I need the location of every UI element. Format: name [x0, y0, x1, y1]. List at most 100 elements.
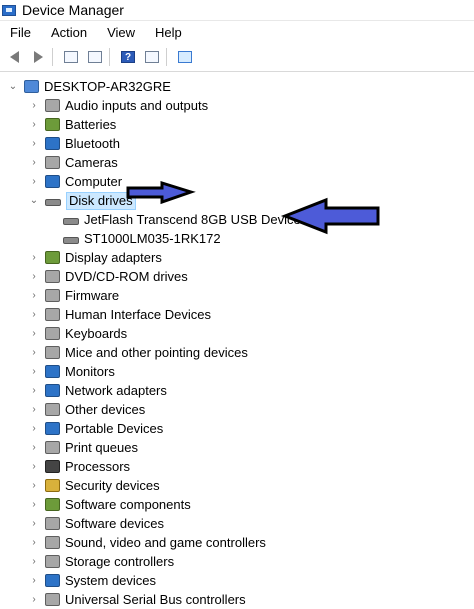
chevron-right-icon[interactable]: ›: [29, 157, 39, 168]
back-icon[interactable]: [4, 47, 24, 67]
tree-item-label: Sound, video and game controllers: [65, 535, 266, 550]
chevron-right-icon[interactable]: ›: [29, 442, 39, 453]
title-bar: Device Manager: [0, 0, 474, 21]
tree-item-cameras[interactable]: › Cameras: [29, 153, 118, 172]
chevron-right-icon[interactable]: ›: [29, 366, 39, 377]
menu-file[interactable]: File: [0, 25, 41, 40]
processor-icon: [45, 460, 60, 473]
tree-item-mice[interactable]: › Mice and other pointing devices: [29, 343, 248, 362]
tree-item-firmware[interactable]: › Firmware: [29, 286, 119, 305]
chevron-right-icon[interactable]: ›: [29, 347, 39, 358]
chevron-right-icon[interactable]: ›: [29, 480, 39, 491]
tree-item-label: Firmware: [65, 288, 120, 303]
tree-item-label: System devices: [65, 573, 157, 588]
chevron-right-icon[interactable]: ›: [29, 556, 39, 567]
forward-icon[interactable]: [28, 47, 48, 67]
software-components-icon: [45, 498, 60, 511]
chevron-right-icon[interactable]: ›: [29, 461, 39, 472]
properties-icon[interactable]: [61, 47, 81, 67]
tree-item-label: Keyboards: [65, 326, 128, 341]
tree-item-audio[interactable]: › Audio inputs and outputs: [29, 96, 208, 115]
tree-item-processors[interactable]: › Processors: [29, 457, 130, 476]
disk-icon: [45, 199, 61, 206]
usb-drive-icon: [63, 218, 79, 225]
chevron-right-icon[interactable]: ›: [29, 404, 39, 415]
tree-item-label: Bluetooth: [65, 136, 120, 151]
tree-root-row[interactable]: ⌄ DESKTOP-AR32GRE: [8, 77, 171, 96]
update-driver-icon[interactable]: [85, 47, 105, 67]
menu-bar: File Action View Help: [0, 21, 474, 43]
chevron-right-icon[interactable]: ›: [29, 499, 39, 510]
network-icon: [45, 384, 60, 397]
chevron-right-icon[interactable]: ›: [29, 290, 39, 301]
sound-icon: [45, 536, 60, 549]
chevron-right-icon[interactable]: ›: [29, 537, 39, 548]
tree-item-label: Monitors: [65, 364, 115, 379]
tree-item-keyboards[interactable]: › Keyboards: [29, 324, 127, 343]
chevron-right-icon[interactable]: ›: [29, 176, 39, 187]
chevron-right-icon[interactable]: ›: [29, 252, 39, 263]
security-icon: [45, 479, 60, 492]
chevron-right-icon[interactable]: ›: [29, 271, 39, 282]
chevron-right-icon[interactable]: ›: [29, 328, 39, 339]
dvd-icon: [45, 270, 60, 283]
tree-item-label: Audio inputs and outputs: [65, 98, 209, 113]
tree-item-security-devices[interactable]: › Security devices: [29, 476, 159, 495]
tree-item-computer[interactable]: › Computer: [29, 172, 122, 191]
chevron-down-icon[interactable]: ⌄: [29, 195, 39, 206]
battery-icon: [45, 118, 60, 131]
mouse-icon: [45, 346, 60, 359]
tree-child-jetflash[interactable]: JetFlash Transcend 8GB USB Device: [63, 210, 301, 229]
tree-item-storage-controllers[interactable]: › Storage controllers: [29, 552, 174, 571]
chevron-right-icon[interactable]: ›: [29, 309, 39, 320]
show-hidden-icon[interactable]: [142, 47, 162, 67]
toolbar-separator: [52, 48, 53, 66]
tree-item-other-devices[interactable]: › Other devices: [29, 400, 145, 419]
toolbar: ?: [0, 43, 474, 72]
chevron-right-icon[interactable]: ›: [29, 385, 39, 396]
tree-item-label: Cameras: [65, 155, 118, 170]
help-icon[interactable]: ?: [118, 47, 138, 67]
tree-item-label: Print queues: [65, 440, 138, 455]
tree-item-label: Human Interface Devices: [65, 307, 211, 322]
tree-item-hid[interactable]: › Human Interface Devices: [29, 305, 211, 324]
tree-item-label: ST1000LM035-1RK172: [84, 231, 221, 246]
tree-item-usb-controllers[interactable]: › Universal Serial Bus controllers: [29, 590, 246, 609]
chevron-right-icon[interactable]: ›: [29, 594, 39, 605]
system-devices-icon: [45, 574, 60, 587]
chevron-right-icon[interactable]: ›: [29, 100, 39, 111]
firmware-icon: [45, 289, 60, 302]
tree-item-system-devices[interactable]: › System devices: [29, 571, 156, 590]
chevron-right-icon[interactable]: ›: [29, 575, 39, 586]
tree-item-software-devices[interactable]: › Software devices: [29, 514, 164, 533]
chevron-right-icon[interactable]: ›: [29, 423, 39, 434]
tree-item-print-queues[interactable]: › Print queues: [29, 438, 138, 457]
monitor-icon: [45, 365, 60, 378]
scan-hardware-icon[interactable]: [175, 47, 195, 67]
chevron-right-icon[interactable]: ›: [29, 119, 39, 130]
chevron-right-icon[interactable]: ›: [29, 518, 39, 529]
tree-item-portable-devices[interactable]: › Portable Devices: [29, 419, 163, 438]
tree-item-label: Storage controllers: [65, 554, 175, 569]
tree-item-label: Universal Serial Bus controllers: [65, 592, 246, 607]
tree-item-dvd[interactable]: › DVD/CD-ROM drives: [29, 267, 187, 286]
tree-item-sound-video-game[interactable]: › Sound, video and game controllers: [29, 533, 266, 552]
software-devices-icon: [45, 517, 60, 530]
menu-action[interactable]: Action: [41, 25, 97, 40]
usb-controller-icon: [45, 593, 60, 606]
tree-item-display-adapters[interactable]: › Display adapters: [29, 248, 162, 267]
menu-view[interactable]: View: [97, 25, 145, 40]
tree-item-batteries[interactable]: › Batteries: [29, 115, 116, 134]
tree-item-network[interactable]: › Network adapters: [29, 381, 167, 400]
tree-item-disk-drives[interactable]: ⌄ Disk drives: [29, 191, 136, 210]
menu-help[interactable]: Help: [145, 25, 192, 40]
computer-icon: [45, 175, 60, 188]
camera-icon: [45, 156, 60, 169]
tree-item-monitors[interactable]: › Monitors: [29, 362, 115, 381]
tree-item-bluetooth[interactable]: › Bluetooth: [29, 134, 120, 153]
tree-item-label: Mice and other pointing devices: [65, 345, 248, 360]
tree-child-st1000[interactable]: ST1000LM035-1RK172: [63, 229, 221, 248]
chevron-right-icon[interactable]: ›: [29, 138, 39, 149]
tree-item-software-components[interactable]: › Software components: [29, 495, 190, 514]
chevron-down-icon[interactable]: ⌄: [8, 81, 18, 92]
